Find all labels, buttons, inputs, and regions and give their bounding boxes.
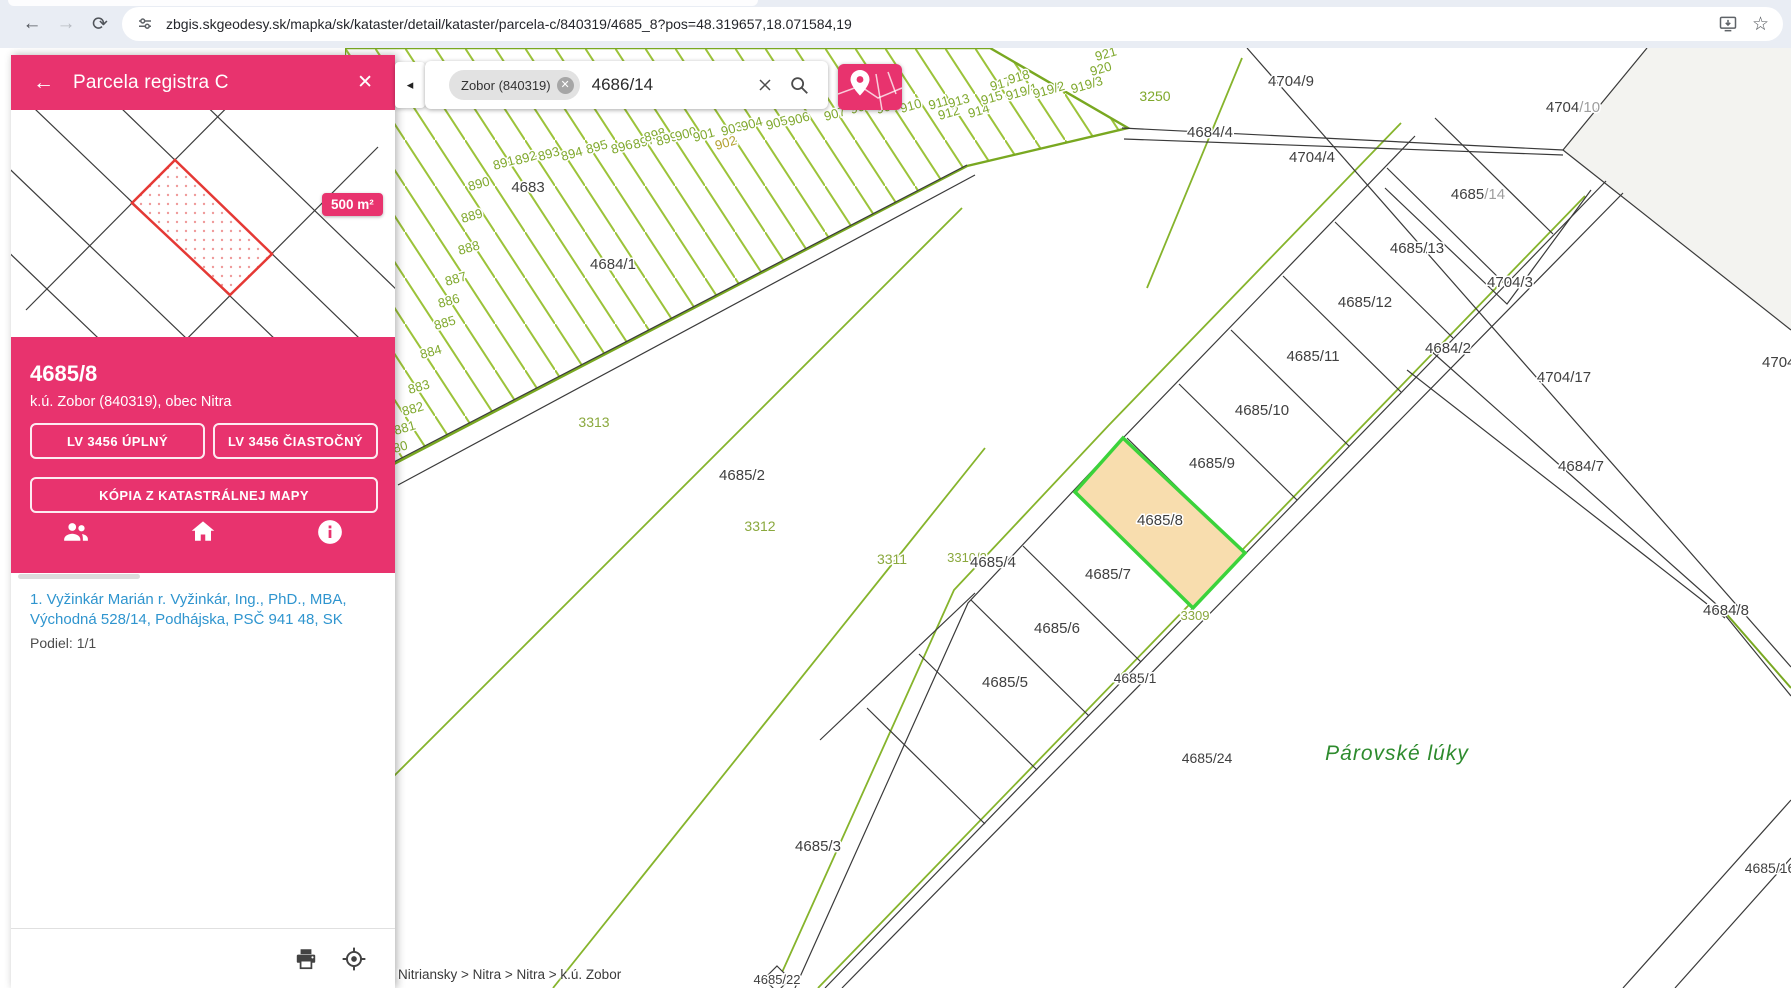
- map-label-3311[interactable]: 3311: [877, 551, 907, 567]
- parcel-detail-panel: ← Parcela registra C ✕ 500 m²: [11, 55, 395, 988]
- panel-title: Parcela registra C: [73, 72, 229, 94]
- print-icon[interactable]: [293, 946, 319, 972]
- lv-partial-button[interactable]: LV 3456 ČIASTOČNÝ: [213, 423, 378, 459]
- map-label-4685-9[interactable]: 4685/9: [1189, 455, 1235, 472]
- map-label-P-rovsk-l-ky[interactable]: Párovské lúky: [1325, 742, 1469, 765]
- cadastral-map-svg: 8808818828838848858868878888898908918928…: [345, 48, 1791, 988]
- map-label-4685-11[interactable]: 4685/11: [1286, 348, 1339, 365]
- map-label-4684-4[interactable]: 4684/4: [1187, 124, 1233, 141]
- chevron-left-icon: ◂: [407, 77, 414, 93]
- map-label-4685-3[interactable]: 4685/3: [795, 838, 841, 855]
- map-label-4684-8[interactable]: 4684/8: [1703, 602, 1749, 619]
- owner-line2: Východná 528/14, Podhájska, PSČ 941 48, …: [30, 610, 370, 630]
- map-label-4685-10[interactable]: 4685/10: [1235, 402, 1289, 419]
- map-label-4704-4[interactable]: 4704/4: [1289, 149, 1335, 166]
- search-icon[interactable]: [782, 68, 816, 102]
- right-green-lines: [1723, 610, 1791, 688]
- scroll-indicator: [18, 574, 140, 579]
- location-pin-icon: [851, 70, 870, 96]
- owners-icon[interactable]: [61, 517, 91, 547]
- map-label-3312[interactable]: 3312: [744, 518, 775, 534]
- browser-forward-button[interactable]: →: [52, 10, 80, 38]
- lv-full-button[interactable]: LV 3456 ÚPLNÝ: [30, 423, 205, 459]
- parcel-number: 4685/8: [30, 361, 395, 387]
- map-label-4685-2[interactable]: 4685/2: [719, 467, 765, 484]
- map-canvas[interactable]: 8808818828838848858868878888898908918928…: [345, 48, 1791, 988]
- info-icon[interactable]: [315, 517, 345, 547]
- map-label-4685-4[interactable]: 4685/4: [970, 554, 1016, 571]
- search-input[interactable]: 4686/14: [592, 75, 748, 95]
- map-label-4704[interactable]: 4704/10: [1546, 99, 1600, 116]
- map-label-4704-3[interactable]: 4704/3: [1487, 274, 1533, 291]
- map-label-4685-1[interactable]: 4685/1: [1114, 670, 1157, 686]
- map-label-4685-6[interactable]: 4685/6: [1034, 620, 1080, 637]
- search-scope-chip[interactable]: Zobor (840319) ✕: [449, 70, 580, 100]
- breadcrumb[interactable]: Nitriansky > Nitra > Nitra > k.ú. Zobor: [398, 967, 621, 982]
- install-app-icon[interactable]: [1718, 14, 1738, 34]
- chip-label: Zobor (840319): [461, 78, 551, 93]
- map-label-4685-5[interactable]: 4685/5: [982, 674, 1028, 691]
- address-bar[interactable]: zbgis.skgeodesy.sk/mapka/sk/kataster/det…: [122, 7, 1783, 41]
- panel-header: ← Parcela registra C ✕: [11, 55, 395, 110]
- map-label-4684-7[interactable]: 4684/7: [1558, 458, 1604, 475]
- active-tab-bottom: [8, 0, 758, 6]
- app-window: 8808818828838848858868878888898908918928…: [0, 0, 1791, 988]
- panel-footer: [11, 929, 395, 988]
- map-label-3250[interactable]: 3250: [1139, 88, 1170, 104]
- chip-remove-icon[interactable]: ✕: [557, 77, 574, 94]
- map-label-4704-9[interactable]: 4704/9: [1268, 73, 1314, 90]
- locate-me-icon[interactable]: [341, 946, 367, 972]
- browser-reload-button[interactable]: ⟳: [86, 10, 114, 38]
- basemap-switcher-button[interactable]: [838, 64, 902, 110]
- collapse-search-tab[interactable]: ◂: [395, 62, 425, 108]
- map-label-4685-13[interactable]: 4685/13: [1390, 240, 1444, 257]
- map-label-4685[interactable]: 4685/14: [1451, 186, 1505, 203]
- map-label-4685-24[interactable]: 4685/24: [1182, 750, 1233, 766]
- map-label-4685-7[interactable]: 4685/7: [1085, 566, 1131, 583]
- sketch-selected-parcel: [132, 160, 272, 295]
- parcel-info-block: 4685/8 k.ú. Zobor (840319), obec Nitra L…: [11, 337, 395, 573]
- parcel-sketch-preview[interactable]: 500 m²: [11, 110, 395, 337]
- outside-district-region: [1563, 48, 1791, 330]
- map-label-4684-2[interactable]: 4684/2: [1425, 340, 1471, 357]
- area-badge: 500 m²: [322, 193, 383, 216]
- owner-link[interactable]: 1. Vyžinkár Marián r. Vyžinkár, Ing., Ph…: [30, 590, 370, 630]
- map-label-4684-1[interactable]: 4684/1: [590, 256, 636, 273]
- url-text[interactable]: zbgis.skgeodesy.sk/mapka/sk/kataster/det…: [166, 16, 1718, 32]
- home-icon[interactable]: [188, 517, 218, 547]
- map-label-4683[interactable]: 4683: [511, 179, 544, 196]
- map-label-4685-8[interactable]: 4685/8: [1137, 512, 1183, 529]
- map-label-4685-12[interactable]: 4685/12: [1338, 294, 1392, 311]
- cadastral-map-copy-button[interactable]: KÓPIA Z KATASTRÁLNEJ MAPY: [30, 477, 378, 513]
- bookmark-star-icon[interactable]: ☆: [1752, 13, 1769, 36]
- map-label-3313[interactable]: 3313: [578, 414, 609, 430]
- map-label-4704-17[interactable]: 4704/17: [1537, 369, 1591, 386]
- map-label-4704-2[interactable]: 4704/2: [1762, 354, 1791, 371]
- browser-back-button[interactable]: ←: [18, 10, 46, 38]
- back-arrow-icon[interactable]: ←: [33, 71, 57, 95]
- map-label-4685-16[interactable]: 4685/16: [1745, 860, 1791, 876]
- map-label-3309[interactable]: 3309: [1181, 608, 1210, 623]
- owner-line1: 1. Vyžinkár Marián r. Vyžinkár, Ing., Ph…: [30, 590, 370, 610]
- browser-toolbar: ← → ⟳ zbgis.skgeodesy.sk/mapka/sk/katast…: [0, 0, 1791, 48]
- close-icon[interactable]: ✕: [357, 71, 373, 94]
- ownership-share: Podiel: 1/1: [30, 635, 96, 651]
- map-label-4685-22[interactable]: 4685/22: [754, 972, 801, 987]
- parcel-location: k.ú. Zobor (840319), obec Nitra: [30, 394, 395, 410]
- site-settings-icon[interactable]: [136, 15, 154, 33]
- search-bar[interactable]: Zobor (840319) ✕ 4686/14: [425, 61, 828, 109]
- clear-search-icon[interactable]: [748, 68, 782, 102]
